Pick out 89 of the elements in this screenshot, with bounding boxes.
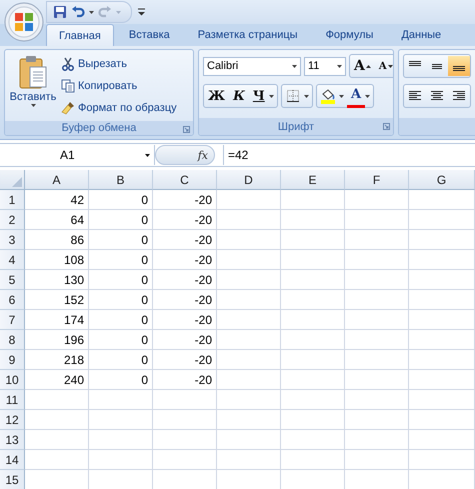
table-cell: 196 — [25, 330, 89, 350]
row-header[interactable]: 8 — [0, 330, 25, 350]
dialog-launcher-icon[interactable] — [383, 123, 390, 130]
row-header[interactable]: 14 — [0, 450, 25, 470]
font-name-field[interactable]: Calibri — [203, 56, 301, 76]
bold-button[interactable]: Ж — [204, 86, 230, 106]
clipboard-button[interactable]: Копировать — [61, 76, 177, 95]
up-caret-icon — [366, 64, 371, 68]
copy-icon — [61, 78, 75, 92]
row-header[interactable]: 11 — [0, 390, 25, 410]
ribbon-tab[interactable]: Главная — [46, 24, 114, 46]
table-cell: 0 — [89, 210, 153, 230]
borders-icon — [286, 90, 299, 102]
name-box[interactable]: A1 — [0, 145, 155, 165]
save-icon[interactable] — [53, 5, 67, 19]
align-right-icon — [452, 90, 466, 102]
ribbon-tab[interactable]: Данные — [388, 24, 454, 46]
underline-button[interactable]: Ч — [248, 86, 269, 106]
caret-icon[interactable] — [292, 64, 297, 68]
column-header[interactable]: A — [25, 170, 89, 190]
align-left-icon — [408, 90, 422, 102]
table-cell: 0 — [89, 190, 153, 210]
paint-bucket-icon — [320, 88, 336, 104]
group-title: Шрифт — [278, 120, 314, 132]
caret-icon[interactable] — [30, 104, 36, 107]
row-header[interactable]: 2 — [0, 210, 25, 230]
table-cell: 64 — [25, 210, 89, 230]
clipboard-button[interactable]: Вырезать — [61, 54, 177, 73]
caret-icon[interactable] — [304, 94, 309, 98]
table-cell: 0 — [89, 270, 153, 290]
row-header[interactable]: 13 — [0, 430, 25, 450]
row-header[interactable]: 4 — [0, 250, 25, 270]
shrink-font-button[interactable]: A — [374, 56, 393, 76]
scissors-icon — [61, 56, 75, 70]
row-header[interactable]: 7 — [0, 310, 25, 330]
corner-triangle-icon — [12, 177, 22, 187]
table-cell: 42 — [25, 190, 89, 210]
table-cell: 0 — [89, 310, 153, 330]
table-cell: 108 — [25, 250, 89, 270]
row-header[interactable]: 3 — [0, 230, 25, 250]
align-center-icon — [430, 90, 444, 102]
row-header[interactable]: 9 — [0, 350, 25, 370]
row-header[interactable]: 5 — [0, 270, 25, 290]
caret-icon[interactable] — [89, 10, 94, 14]
table-cell: 0 — [89, 290, 153, 310]
table-cell: 0 — [89, 330, 153, 350]
font-size-field[interactable]: 11 — [304, 56, 346, 76]
insert-function-button[interactable]: fx — [198, 148, 208, 162]
row-header[interactable]: 6 — [0, 290, 25, 310]
caret-icon[interactable] — [145, 154, 150, 156]
clipboard-button[interactable]: Формат по образцу — [61, 98, 177, 117]
brush-icon — [61, 100, 75, 114]
italic-button[interactable]: К — [229, 86, 249, 106]
column-header[interactable]: F — [345, 170, 409, 190]
caret-icon[interactable] — [365, 94, 370, 98]
table-cell: 152 — [25, 290, 89, 310]
formula-field[interactable]: =42 — [223, 145, 475, 165]
dialog-launcher-icon[interactable] — [183, 126, 190, 133]
customize-icon[interactable] — [138, 8, 145, 16]
ribbon-tab[interactable]: Разметка страницы — [184, 24, 311, 46]
down-caret-icon — [388, 64, 393, 68]
caret-icon[interactable] — [268, 94, 274, 98]
ribbon-tab[interactable]: Вставка — [116, 24, 183, 46]
caret-icon[interactable] — [338, 94, 344, 98]
table-cell: 174 — [25, 310, 89, 330]
row-header[interactable]: 12 — [0, 410, 25, 430]
undo-icon[interactable] — [71, 5, 85, 19]
table-cell: 0 — [89, 230, 153, 250]
vertical-align-button[interactable] — [448, 56, 470, 76]
formula-bar-handle[interactable]: fx — [155, 145, 215, 165]
ribbon-tab[interactable]: Формулы — [312, 24, 386, 46]
group-title: Буфер обмена — [62, 122, 136, 134]
row-header[interactable]: 10 — [0, 370, 25, 390]
column-header[interactable]: D — [217, 170, 281, 190]
clipboard-icon — [18, 54, 48, 90]
table-cell: 0 — [89, 350, 153, 370]
table-cell: 218 — [25, 350, 89, 370]
paste-button[interactable]: Вставить — [9, 54, 57, 117]
table-cell: 130 — [25, 270, 89, 290]
column-header[interactable]: E — [281, 170, 345, 190]
table-cell: 0 — [89, 250, 153, 270]
column-header[interactable]: G — [409, 170, 475, 190]
row-header[interactable]: 15 — [0, 470, 25, 489]
row-header[interactable]: 1 — [0, 190, 25, 210]
column-header[interactable]: C — [153, 170, 217, 190]
column-header[interactable]: B — [89, 170, 153, 190]
caret-icon[interactable] — [337, 64, 342, 68]
table-cell: 86 — [25, 230, 89, 250]
grow-font-button[interactable]: A — [350, 56, 375, 76]
